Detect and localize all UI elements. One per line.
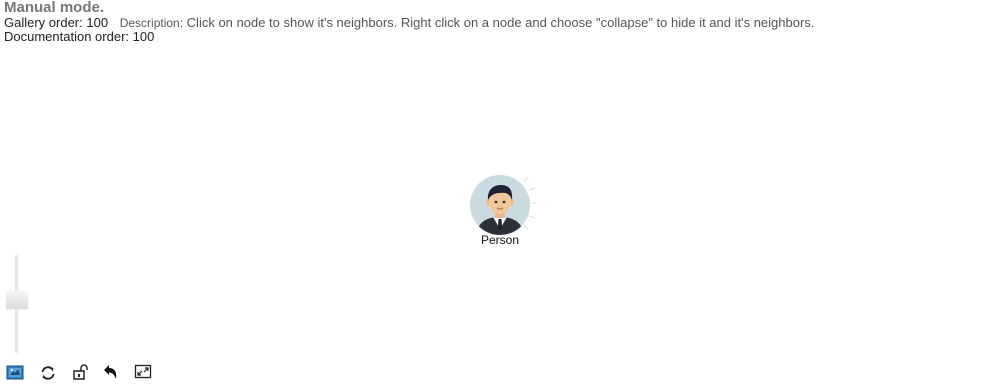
gallery-order-text: Gallery order: 100 [4, 15, 109, 30]
page-title: Manual mode. [4, 0, 105, 16]
person-avatar-icon [470, 175, 537, 235]
undo-button[interactable] [102, 363, 120, 381]
refresh-layout-icon [41, 366, 55, 380]
documentation-order-text: Documentation order: 100 [4, 29, 155, 44]
node-label: Person [480, 233, 520, 247]
fullscreen-icon [134, 364, 152, 379]
navigator-button[interactable] [6, 363, 24, 381]
unlock-icon [73, 364, 88, 380]
undo-icon [104, 365, 117, 379]
refresh-layout-button[interactable] [39, 364, 57, 382]
meta-line-gallery: Gallery order: 100 Description: Click on… [4, 15, 815, 31]
fullscreen-button[interactable] [134, 363, 152, 381]
zoom-slider-handle[interactable] [6, 291, 28, 309]
description-label: Description: [119, 16, 184, 30]
navigator-icon [6, 365, 24, 380]
graph-node-person[interactable]: Person [462, 173, 538, 251]
unlock-button[interactable] [72, 363, 90, 381]
description-text: Click on node to show it's neighbors. Ri… [186, 15, 815, 30]
page: Manual mode. Gallery order: 100 Descript… [0, 0, 1000, 386]
